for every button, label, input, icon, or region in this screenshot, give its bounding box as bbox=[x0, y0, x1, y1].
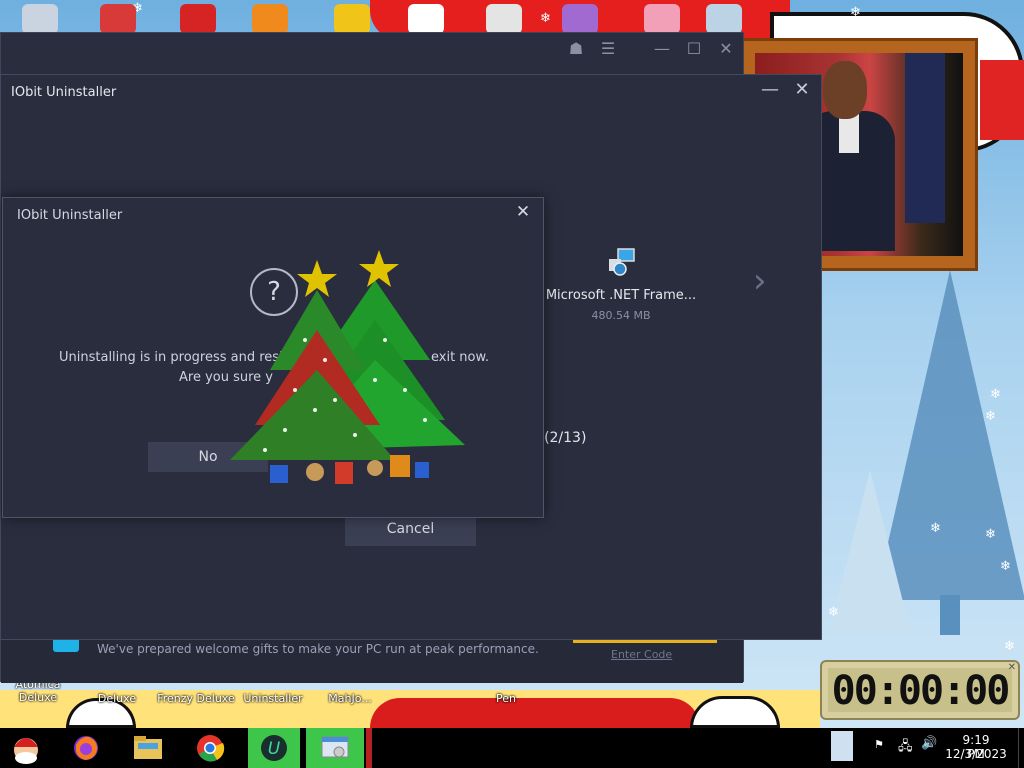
program-size: 480.54 MB bbox=[591, 309, 651, 322]
taskbar-separator bbox=[366, 728, 372, 768]
clock-date[interactable]: 12/3/2023 bbox=[944, 747, 1008, 761]
desktop-icon-label[interactable]: MahJo... bbox=[318, 692, 382, 705]
start-button[interactable] bbox=[4, 730, 48, 766]
chevron-right-icon[interactable]: › bbox=[753, 261, 767, 301]
taskbar-chrome[interactable] bbox=[188, 730, 232, 766]
snowflake-icon: ❄ bbox=[828, 605, 839, 620]
snowflake-icon: ❄ bbox=[990, 387, 1001, 402]
maximize-icon[interactable]: ☐ bbox=[681, 33, 707, 65]
envelope-icon[interactable] bbox=[562, 4, 598, 34]
network-icon[interactable]: 🖧 bbox=[898, 737, 913, 759]
chrome-icon bbox=[197, 735, 225, 762]
snowflake-icon: ❄ bbox=[540, 11, 551, 26]
promo-text: We've prepared welcome gifts to make you… bbox=[97, 642, 539, 656]
pink-flower-icon[interactable] bbox=[644, 4, 680, 34]
svg-text:U: U bbox=[268, 739, 281, 759]
theme-icon[interactable]: ☗ bbox=[563, 33, 589, 65]
wallpaper-tree-trunk bbox=[940, 595, 960, 635]
christmas-trees-animation bbox=[230, 250, 465, 484]
window-titlebar: ☗ ☰ — ☐ ✕ bbox=[1, 33, 743, 73]
wallpaper-small-tree bbox=[830, 470, 910, 630]
recycle-bin-icon[interactable] bbox=[22, 4, 58, 34]
program-name: Microsoft .NET Frame... bbox=[545, 288, 697, 303]
flag-decoration bbox=[905, 53, 945, 223]
close-icon[interactable]: ✕ bbox=[511, 202, 535, 222]
folder-icon bbox=[134, 736, 162, 759]
snowflake-icon: ❄ bbox=[1000, 559, 1011, 574]
game-box-icon[interactable] bbox=[334, 4, 370, 34]
close-icon[interactable]: ✕ bbox=[1008, 662, 1016, 673]
close-icon[interactable]: ✕ bbox=[787, 79, 817, 100]
installer-app-icon bbox=[321, 736, 349, 758]
snowflake-icon: ❄ bbox=[930, 521, 941, 536]
monitor-icon[interactable] bbox=[706, 4, 742, 34]
desktop-icon-label[interactable]: Pen bbox=[486, 692, 526, 705]
timer-widget[interactable]: 00:00:00 ✕ bbox=[820, 660, 1020, 720]
timer-display: 00:00:00 bbox=[828, 668, 1012, 714]
taskbar-firefox[interactable] bbox=[64, 730, 108, 766]
snowflake-icon: ❄ bbox=[1004, 639, 1015, 654]
volume-icon[interactable]: 🔊 bbox=[921, 736, 937, 751]
window-title: IObit Uninstaller bbox=[11, 85, 117, 100]
taskbar-iobit-uninstaller[interactable]: U bbox=[248, 728, 300, 768]
dialog-title: IObit Uninstaller bbox=[17, 208, 123, 223]
globe-app-icon[interactable] bbox=[100, 4, 136, 34]
desktop-icon-label[interactable]: Uninstaller bbox=[238, 692, 308, 705]
snowflake-icon: ❄ bbox=[985, 409, 996, 424]
firefox-icon bbox=[74, 736, 98, 760]
flowers-icon[interactable] bbox=[486, 4, 522, 34]
snowflake-icon: ❄ bbox=[985, 527, 996, 542]
desktop-icon-label[interactable]: Frenzy Deluxe bbox=[152, 692, 240, 705]
minimize-icon[interactable]: — bbox=[755, 79, 785, 100]
portrait-person-head bbox=[823, 61, 867, 119]
close-icon[interactable]: ✕ bbox=[713, 33, 739, 65]
show-desktop-button[interactable] bbox=[1018, 728, 1024, 768]
enter-code-link[interactable]: Enter Code bbox=[611, 648, 672, 661]
taskbar-installer[interactable] bbox=[306, 728, 364, 768]
red-ball-icon[interactable] bbox=[180, 4, 216, 34]
taskbar-file-explorer[interactable] bbox=[126, 730, 170, 766]
snowflake-icon: ❄ bbox=[850, 5, 861, 20]
uninstaller-app-icon: U bbox=[261, 735, 287, 761]
firefox-like-icon[interactable] bbox=[252, 4, 288, 34]
portrait-person-shirt bbox=[839, 113, 859, 153]
bird-icon[interactable] bbox=[408, 4, 444, 34]
santa-hat-tip-decoration bbox=[980, 60, 1024, 140]
network-alert-icon[interactable]: ⚑ bbox=[874, 738, 884, 751]
menu-icon[interactable]: ☰ bbox=[595, 33, 621, 65]
santa-start-icon bbox=[14, 738, 38, 764]
desktop-icon-label[interactable]: Deluxe bbox=[92, 692, 142, 705]
wallpaper-red-shape bbox=[370, 698, 700, 728]
minimize-icon[interactable]: — bbox=[649, 33, 675, 65]
installer-program-icon bbox=[609, 248, 635, 276]
notification-widget-icon[interactable] bbox=[831, 731, 853, 761]
